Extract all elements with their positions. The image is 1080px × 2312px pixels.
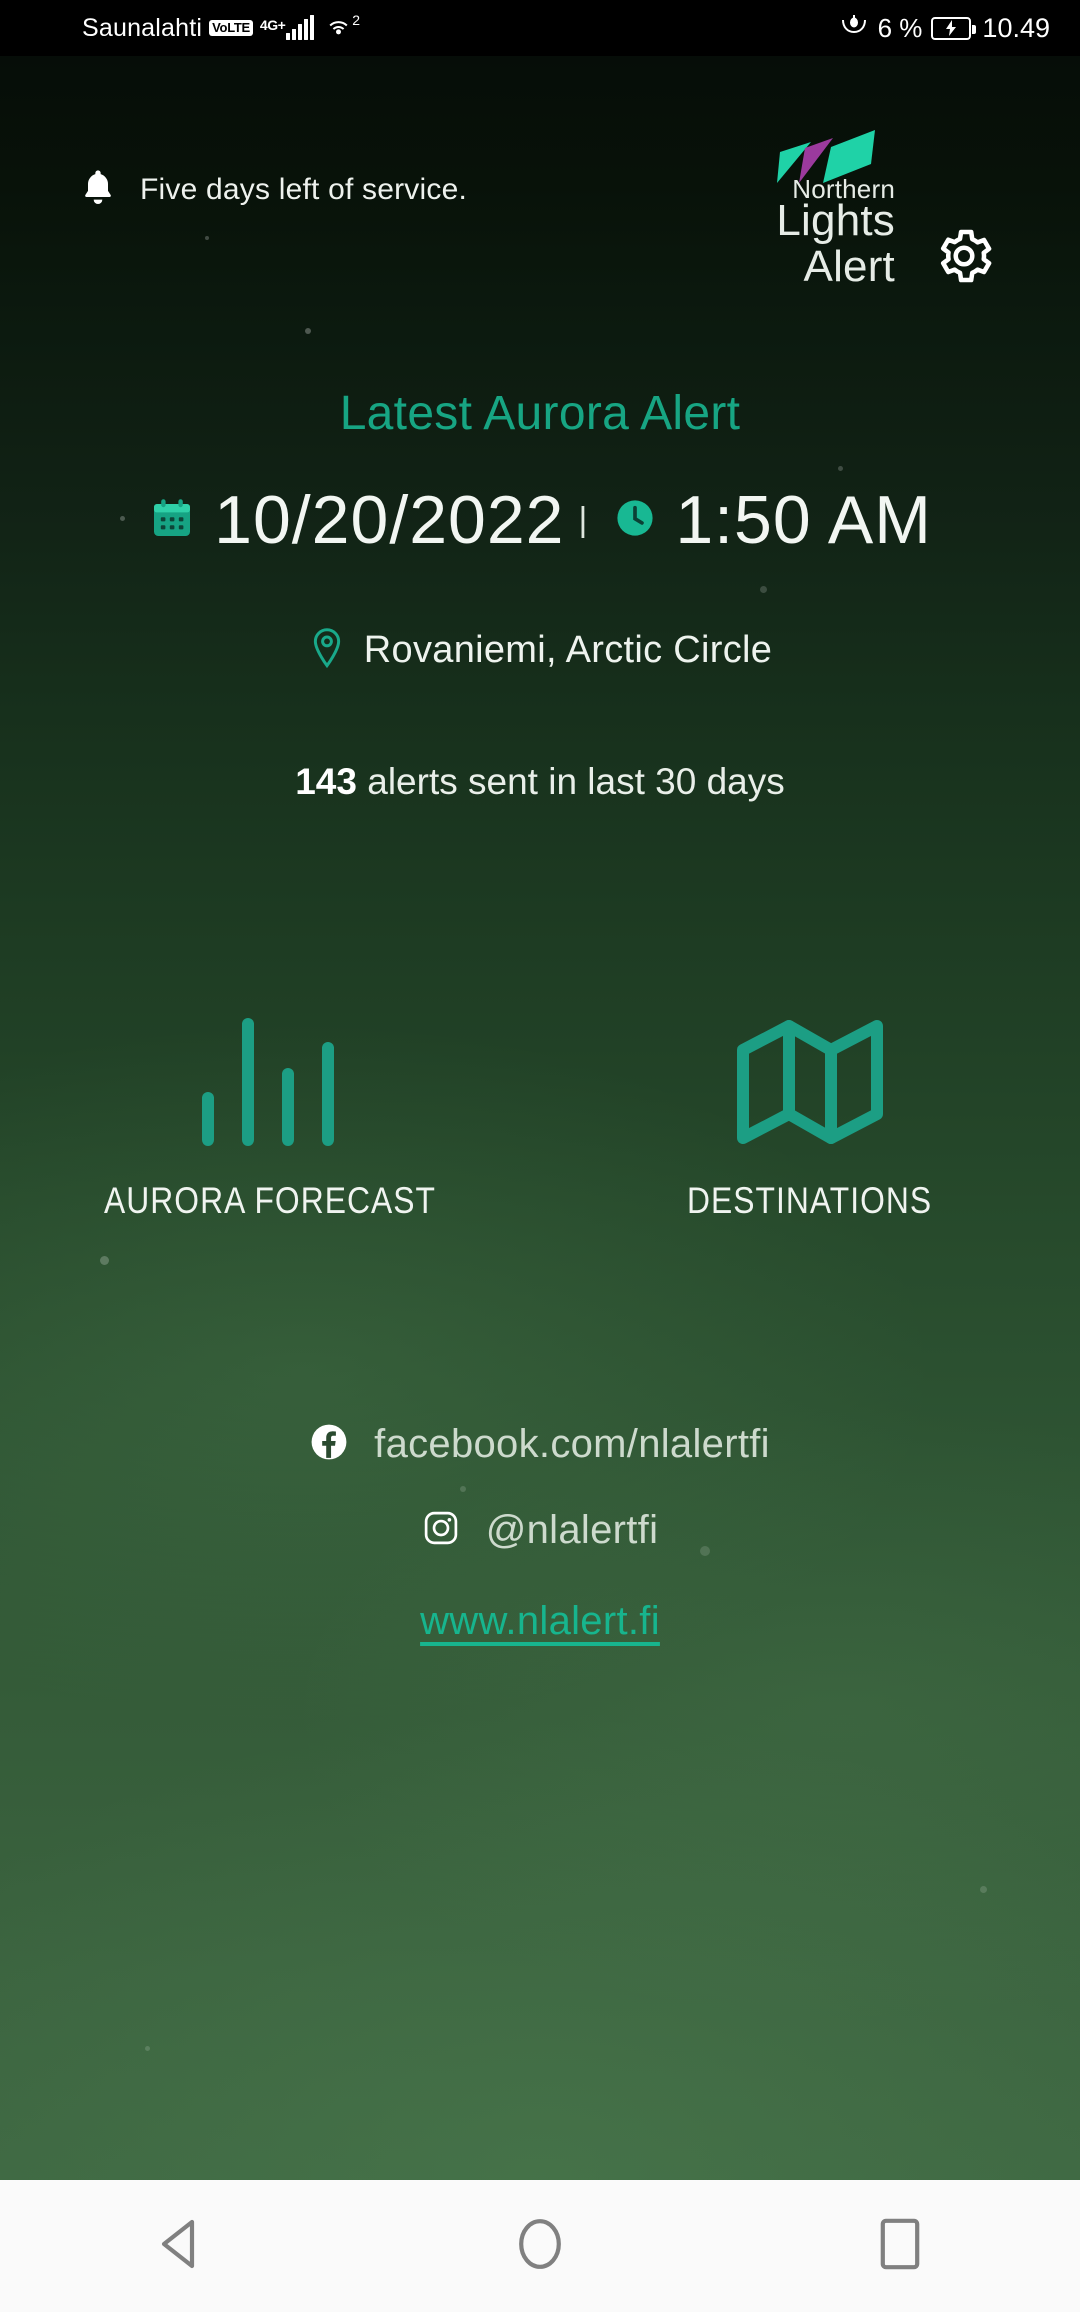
wifi-superscript: 2 xyxy=(352,11,361,28)
map-icon[interactable] xyxy=(735,996,885,1146)
alert-count-row: 143 alerts sent in last 30 days xyxy=(0,761,1080,803)
bg-speck xyxy=(100,1256,109,1265)
alert-location-row: Rovaniemi, Arctic Circle xyxy=(0,626,1080,675)
alert-count-suffix: alerts sent in last 30 days xyxy=(356,761,785,802)
bg-speck xyxy=(205,236,209,240)
status-bar-right: 6 % 10.49 xyxy=(839,13,1050,44)
calendar-icon xyxy=(148,494,196,547)
logo-line-alert: Alert xyxy=(803,242,895,291)
network-type-label: 4G+ xyxy=(259,17,286,33)
service-notice: Five days left of service. xyxy=(78,166,467,213)
instagram-text: @nlalertfi xyxy=(485,1507,659,1552)
wifi-icon: 2 xyxy=(325,11,361,42)
signal-bars-icon: 4G+ xyxy=(259,15,315,40)
facebook-link[interactable]: facebook.com/nlalertfi xyxy=(0,1401,1080,1487)
status-bar-clock: 10.49 xyxy=(982,12,1050,43)
alert-date: 10/20/2022 xyxy=(214,482,565,558)
status-bar-left: Saunalahti VoLTE 4G+ 2 xyxy=(82,11,361,43)
bg-speck xyxy=(980,1886,987,1893)
bg-speck xyxy=(838,466,843,471)
bell-icon xyxy=(78,166,118,213)
bg-speck xyxy=(145,2046,150,2051)
recents-square-icon[interactable] xyxy=(878,2216,922,2277)
signal-bars-glyph xyxy=(286,15,315,40)
battery-charging-icon xyxy=(931,16,977,40)
social-links: facebook.com/nlalertfi @nlalertfi www.nl… xyxy=(0,1401,1080,1644)
alert-count-number: 143 xyxy=(295,761,357,802)
bg-speck xyxy=(760,586,767,593)
map-pin-icon xyxy=(308,626,346,675)
service-notice-text: Five days left of service. xyxy=(140,172,467,206)
home-button[interactable] xyxy=(450,2180,630,2312)
alert-datetime-row: 10/20/2022 | 1:50 AM xyxy=(0,481,1080,559)
aurora-forecast-button[interactable]: AURORA FORECAST xyxy=(0,996,540,1222)
recents-button[interactable] xyxy=(810,2180,990,2312)
website-link[interactable]: www.nlalert.fi xyxy=(420,1599,660,1643)
bg-speck xyxy=(305,328,311,334)
aurora-forecast-label: AURORA FORECAST xyxy=(104,1180,436,1221)
instagram-link[interactable]: @nlalertfi xyxy=(0,1487,1080,1573)
facebook-icon[interactable] xyxy=(310,1423,348,1466)
battery-percent: 6 % xyxy=(877,12,923,43)
website-link-row: www.nlalert.fi xyxy=(0,1599,1080,1644)
app-logo: Northern Lights Alert xyxy=(735,128,895,291)
page-title: Latest Aurora Alert xyxy=(339,387,741,440)
alert-time: 1:50 AM xyxy=(675,482,932,558)
logo-line-lights: Lights xyxy=(776,196,895,245)
clock-icon xyxy=(613,496,657,545)
facebook-text: facebook.com/nlalertfi xyxy=(374,1421,770,1466)
status-bar: Saunalahti VoLTE 4G+ 2 6 % 10.49 xyxy=(0,0,1080,56)
gear-icon[interactable] xyxy=(932,229,996,292)
carrier-name: Saunalahti xyxy=(82,13,203,42)
action-buttons: AURORA FORECAST DESTINATIONS xyxy=(0,996,1080,1222)
volte-badge: VoLTE xyxy=(209,20,253,36)
instagram-icon[interactable] xyxy=(422,1509,460,1552)
settings-button[interactable] xyxy=(932,224,996,293)
app-background: Five days left of service. Northern Ligh… xyxy=(0,56,1080,2180)
back-button[interactable] xyxy=(90,2180,270,2312)
back-triangle-icon[interactable] xyxy=(154,2216,206,2277)
phone-screen: Saunalahti VoLTE 4G+ 2 6 % 10.49 Five da… xyxy=(0,0,1080,2312)
eye-icon xyxy=(839,13,869,44)
datetime-separator: | xyxy=(578,500,588,539)
alert-location-text: Rovaniemi, Arctic Circle xyxy=(363,629,773,671)
android-nav-bar xyxy=(0,2180,1080,2312)
destinations-label: DESTINATIONS xyxy=(687,1180,933,1221)
bar-chart-icon[interactable] xyxy=(194,996,346,1146)
destinations-button[interactable]: DESTINATIONS xyxy=(540,996,1080,1222)
home-circle-icon[interactable] xyxy=(516,2215,564,2278)
